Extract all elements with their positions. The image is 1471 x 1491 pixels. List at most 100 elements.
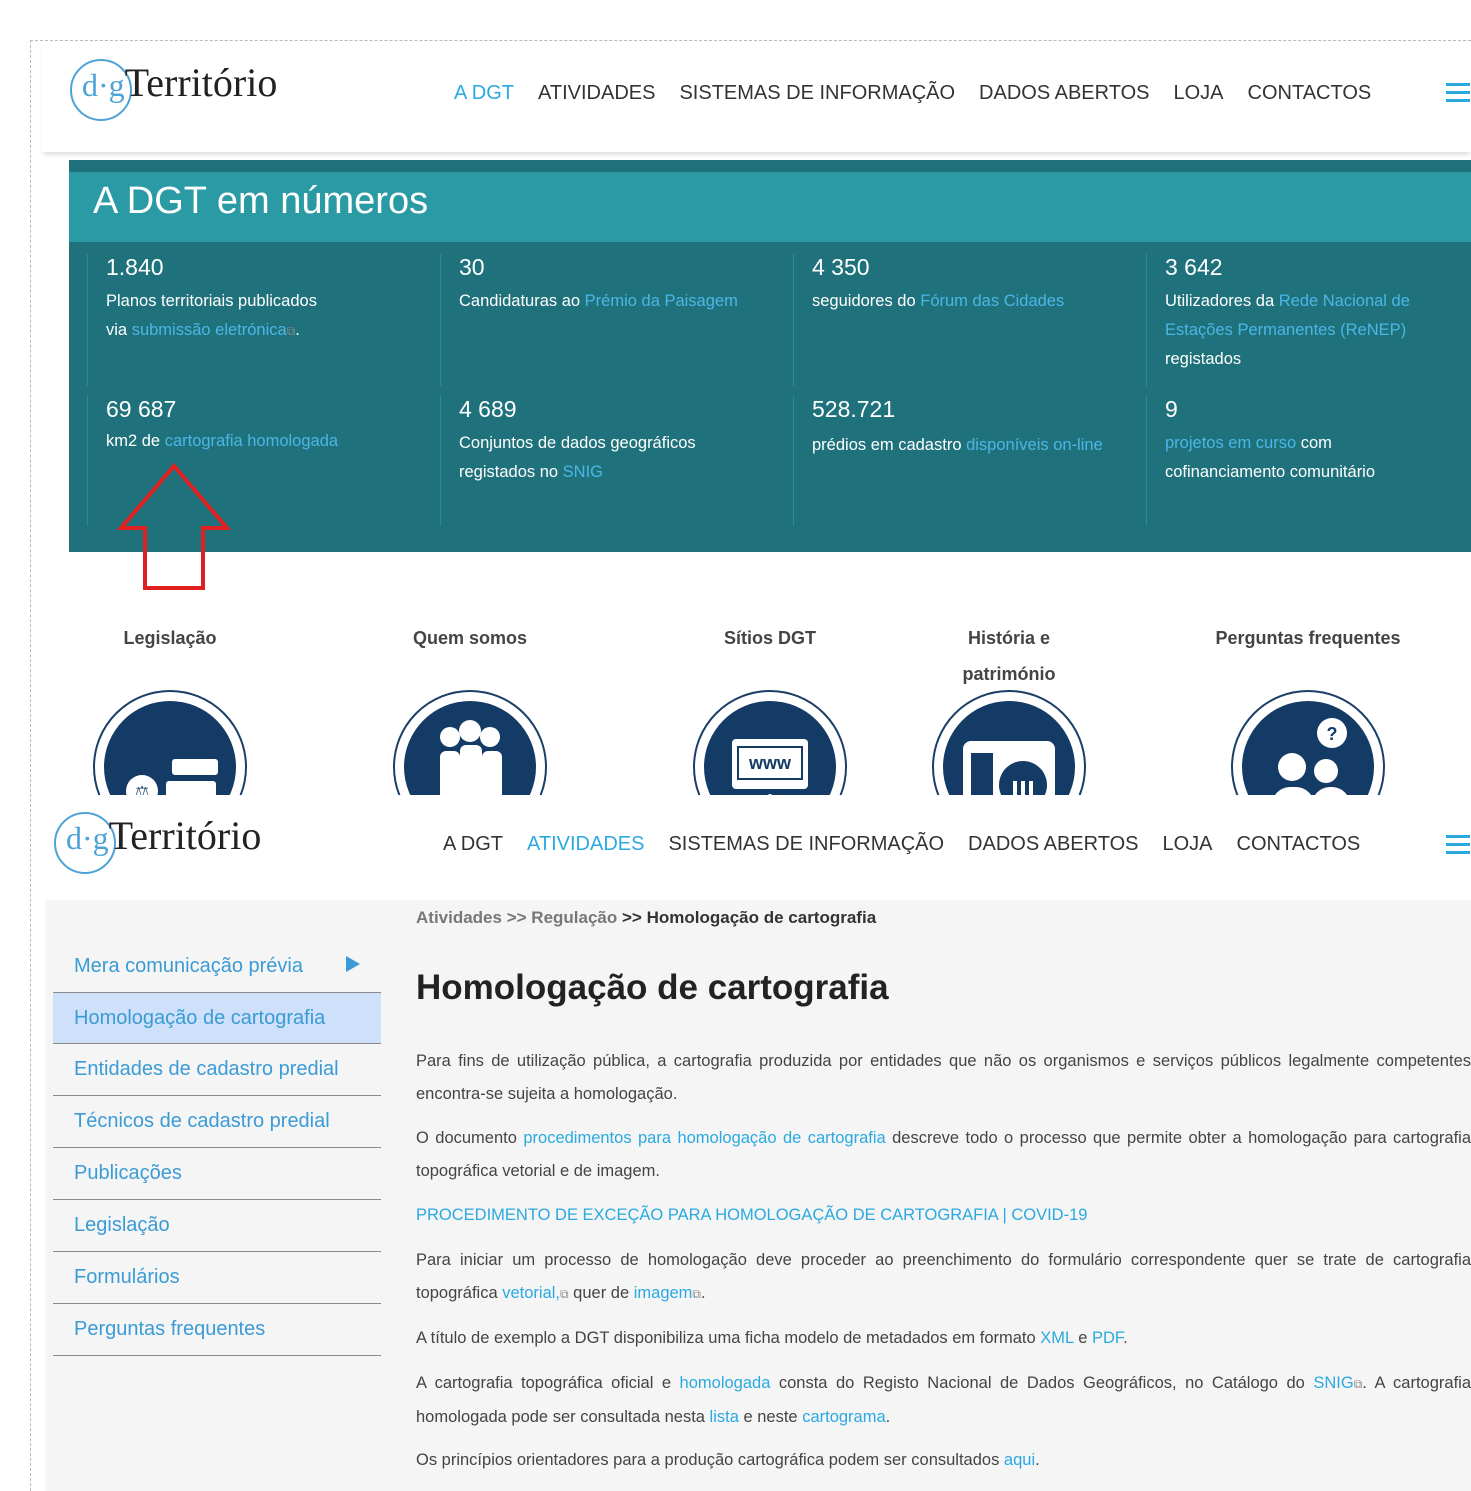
red-up-arrow-annotation [117,462,231,590]
numbers-title-bar: A DGT em números [69,172,1471,242]
stat-number: 3 642 [1165,254,1223,280]
sidebar-item-formularios[interactable]: Formulários [53,1252,381,1304]
aqui-link[interactable]: aqui [1004,1451,1035,1469]
site-header-2: d·g Território A DGT ATIVIDADES SISTEMAS… [42,795,1471,900]
svg-text:⚖: ⚖ [135,782,149,795]
paragraph-covid: PROCEDIMENTO DE EXCEÇÃO PARA HOMOLOGAÇÃO… [416,1199,1471,1232]
stat-utilizadores: 3 642 Utilizadores da Rede Nacional de E… [1146,254,1455,386]
page-title: Homologação de cartografia [416,968,889,1007]
breadcrumb-regulacao[interactable]: Regulação [531,908,617,927]
hamburger-menu-icon[interactable] [1446,835,1470,855]
paragraph-documento: O documento procedimentos para homologaç… [416,1129,1471,1180]
perguntas-frequentes-icon[interactable]: ? [1231,690,1385,795]
nav-a-dgt[interactable]: A DGT [454,82,514,105]
stat-projetos: 9 projetos em curso com cofinanciamento … [1146,396,1455,526]
screenshot-border-left [30,40,31,1491]
submissao-eletronica-link[interactable]: submissão eletrónica [132,321,287,339]
main-nav: A DGT ATIVIDADES SISTEMAS DE INFORMAÇÃO … [443,833,1384,856]
site-logo[interactable]: d·g Território [54,812,261,874]
snig-catalog-link[interactable]: SNIG [1313,1374,1353,1392]
stat-seguidores: 4 350 seguidores do Fórum das Cidades [793,254,1152,386]
nav-atividades[interactable]: ATIVIDADES [538,82,655,105]
logo-text: Território [108,813,262,858]
sidebar-item-tecnicos-cadastro[interactable]: Técnicos de cadastro predial [53,1096,381,1148]
quicklink-perguntas-frequentes[interactable]: Perguntas frequentes [1195,620,1421,656]
xml-link[interactable]: XML [1040,1329,1073,1347]
stat-number: 528.721 [812,396,896,422]
disponiveis-online-link[interactable]: disponíveis on-line [966,436,1103,454]
cartografia-homologada-link[interactable]: cartografia homologada [165,432,338,450]
sidebar-item-mera-comunicacao[interactable]: Mera comunicação prévia [53,940,381,992]
quicklink-legislacao[interactable]: Legislação [90,620,250,656]
vetorial-link[interactable]: vetorial, [502,1284,560,1302]
dgt-numbers-panel: A DGT em números 1.840 Planos territoria… [69,160,1471,552]
stat-desc: projetos em curso com cofinanciamento co… [1165,434,1376,481]
breadcrumb-atividades[interactable]: Atividades [416,908,502,927]
lista-link[interactable]: lista [710,1408,739,1426]
nav-a-dgt[interactable]: A DGT [443,833,503,856]
forum-cidades-link[interactable]: Fórum das Cidades [920,292,1064,310]
stat-desc: Planos territoriais publicados via submis… [106,292,317,339]
sidebar-item-publicacoes[interactable]: Publicações [53,1148,381,1200]
pdf-link[interactable]: PDF [1092,1329,1123,1347]
projetos-em-curso-link[interactable]: projetos em curso [1165,434,1296,452]
quem-somos-icon[interactable] [393,690,547,795]
sidebar-item-homologacao[interactable]: Homologação de cartografia [53,992,381,1044]
stat-desc: seguidores do Fórum das Cidades [812,292,1065,310]
sidebar-item-legislacao[interactable]: Legislação [53,1200,381,1252]
numbers-title: A DGT em números [93,180,429,222]
snig-link[interactable]: SNIG [563,463,603,481]
logo-dg: d·g [66,820,109,856]
nav-contactos[interactable]: CONTACTOS [1248,82,1372,105]
nav-loja[interactable]: LOJA [1162,833,1212,856]
quicklink-quem-somos[interactable]: Quem somos [390,620,550,656]
svg-text:?: ? [1327,724,1338,744]
site-logo[interactable]: d·g Território [70,59,277,121]
site-header: d·g Território A DGT ATIVIDADES SISTEMAS… [42,42,1471,152]
stat-number: 9 [1165,396,1178,422]
cartograma-link[interactable]: cartograma [802,1408,885,1426]
nav-contactos[interactable]: CONTACTOS [1237,833,1361,856]
stat-desc: Utilizadores da Rede Nacional de Estaçõe… [1165,292,1410,368]
stat-conjuntos: 4 689 Conjuntos de dados geográficos reg… [440,396,799,526]
nav-sistemas-de-informacao[interactable]: SISTEMAS DE INFORMAÇÃO [679,82,955,105]
premio-paisagem-link[interactable]: Prémio da Paisagem [585,292,738,310]
nav-atividades[interactable]: ATIVIDADES [527,833,644,856]
logo-text: Território [124,60,278,105]
stat-number: 69 687 [106,396,177,422]
external-link-icon: ⧉ [692,1287,701,1301]
stat-desc: Conjuntos de dados geográficos registado… [459,434,696,481]
paragraph-principios: Os princípios orientadores para a produç… [416,1451,1040,1469]
sitios-dgt-icon[interactable]: www [693,690,847,795]
homologada-link[interactable]: homologada [680,1374,771,1392]
stat-desc: Candidaturas ao Prémio da Paisagem [459,292,738,310]
external-link-icon: ⧉ [1353,1377,1363,1391]
hamburger-menu-icon[interactable] [1446,83,1470,103]
nav-dados-abertos[interactable]: DADOS ABERTOS [979,82,1149,105]
paragraph-intro: Para fins de utilização pública, a carto… [416,1052,1471,1103]
main-nav: A DGT ATIVIDADES SISTEMAS DE INFORMAÇÃO … [454,82,1395,105]
covid-procedure-link[interactable]: PROCEDIMENTO DE EXCEÇÃO PARA HOMOLOGAÇÃO… [416,1206,1087,1224]
nav-sistemas-de-informacao[interactable]: SISTEMAS DE INFORMAÇÃO [668,833,944,856]
historia-patrimonio-icon[interactable] [932,690,1086,795]
stat-number: 1.840 [106,254,164,280]
sidebar-menu: Mera comunicação prévia Homologação de c… [53,940,381,1356]
nav-loja[interactable]: LOJA [1173,82,1223,105]
breadcrumb: Atividades >> Regulação >> Homologação d… [416,908,877,927]
stat-planos: 1.840 Planos territoriais publicados via … [87,254,446,386]
nav-dados-abertos[interactable]: DADOS ABERTOS [968,833,1138,856]
triangle-right-icon [346,956,360,972]
procedimentos-link[interactable]: procedimentos para homologação de cartog… [523,1129,885,1147]
breadcrumb-current: Homologação de cartografia [646,908,877,927]
quicklink-sitios-dgt[interactable]: Sítios DGT [690,620,850,656]
stat-desc: km2 de cartografia homologada [106,432,339,450]
quicklink-historia-patrimonio[interactable]: História e património [945,620,1073,692]
legislacao-icon[interactable]: ⚖ [93,690,247,795]
sidebar-item-perguntas-frequentes[interactable]: Perguntas frequentes [53,1304,381,1356]
imagem-link[interactable]: imagem [634,1284,693,1302]
paragraph-metadados: A título de exemplo a DGT disponibiliza … [416,1329,1128,1347]
stat-number: 4 689 [459,396,517,422]
www-label: www [748,753,792,773]
paragraph-formulario: Para iniciar um processo de homologação … [416,1251,1471,1302]
sidebar-item-entidades-cadastro[interactable]: Entidades de cadastro predial [53,1044,381,1096]
